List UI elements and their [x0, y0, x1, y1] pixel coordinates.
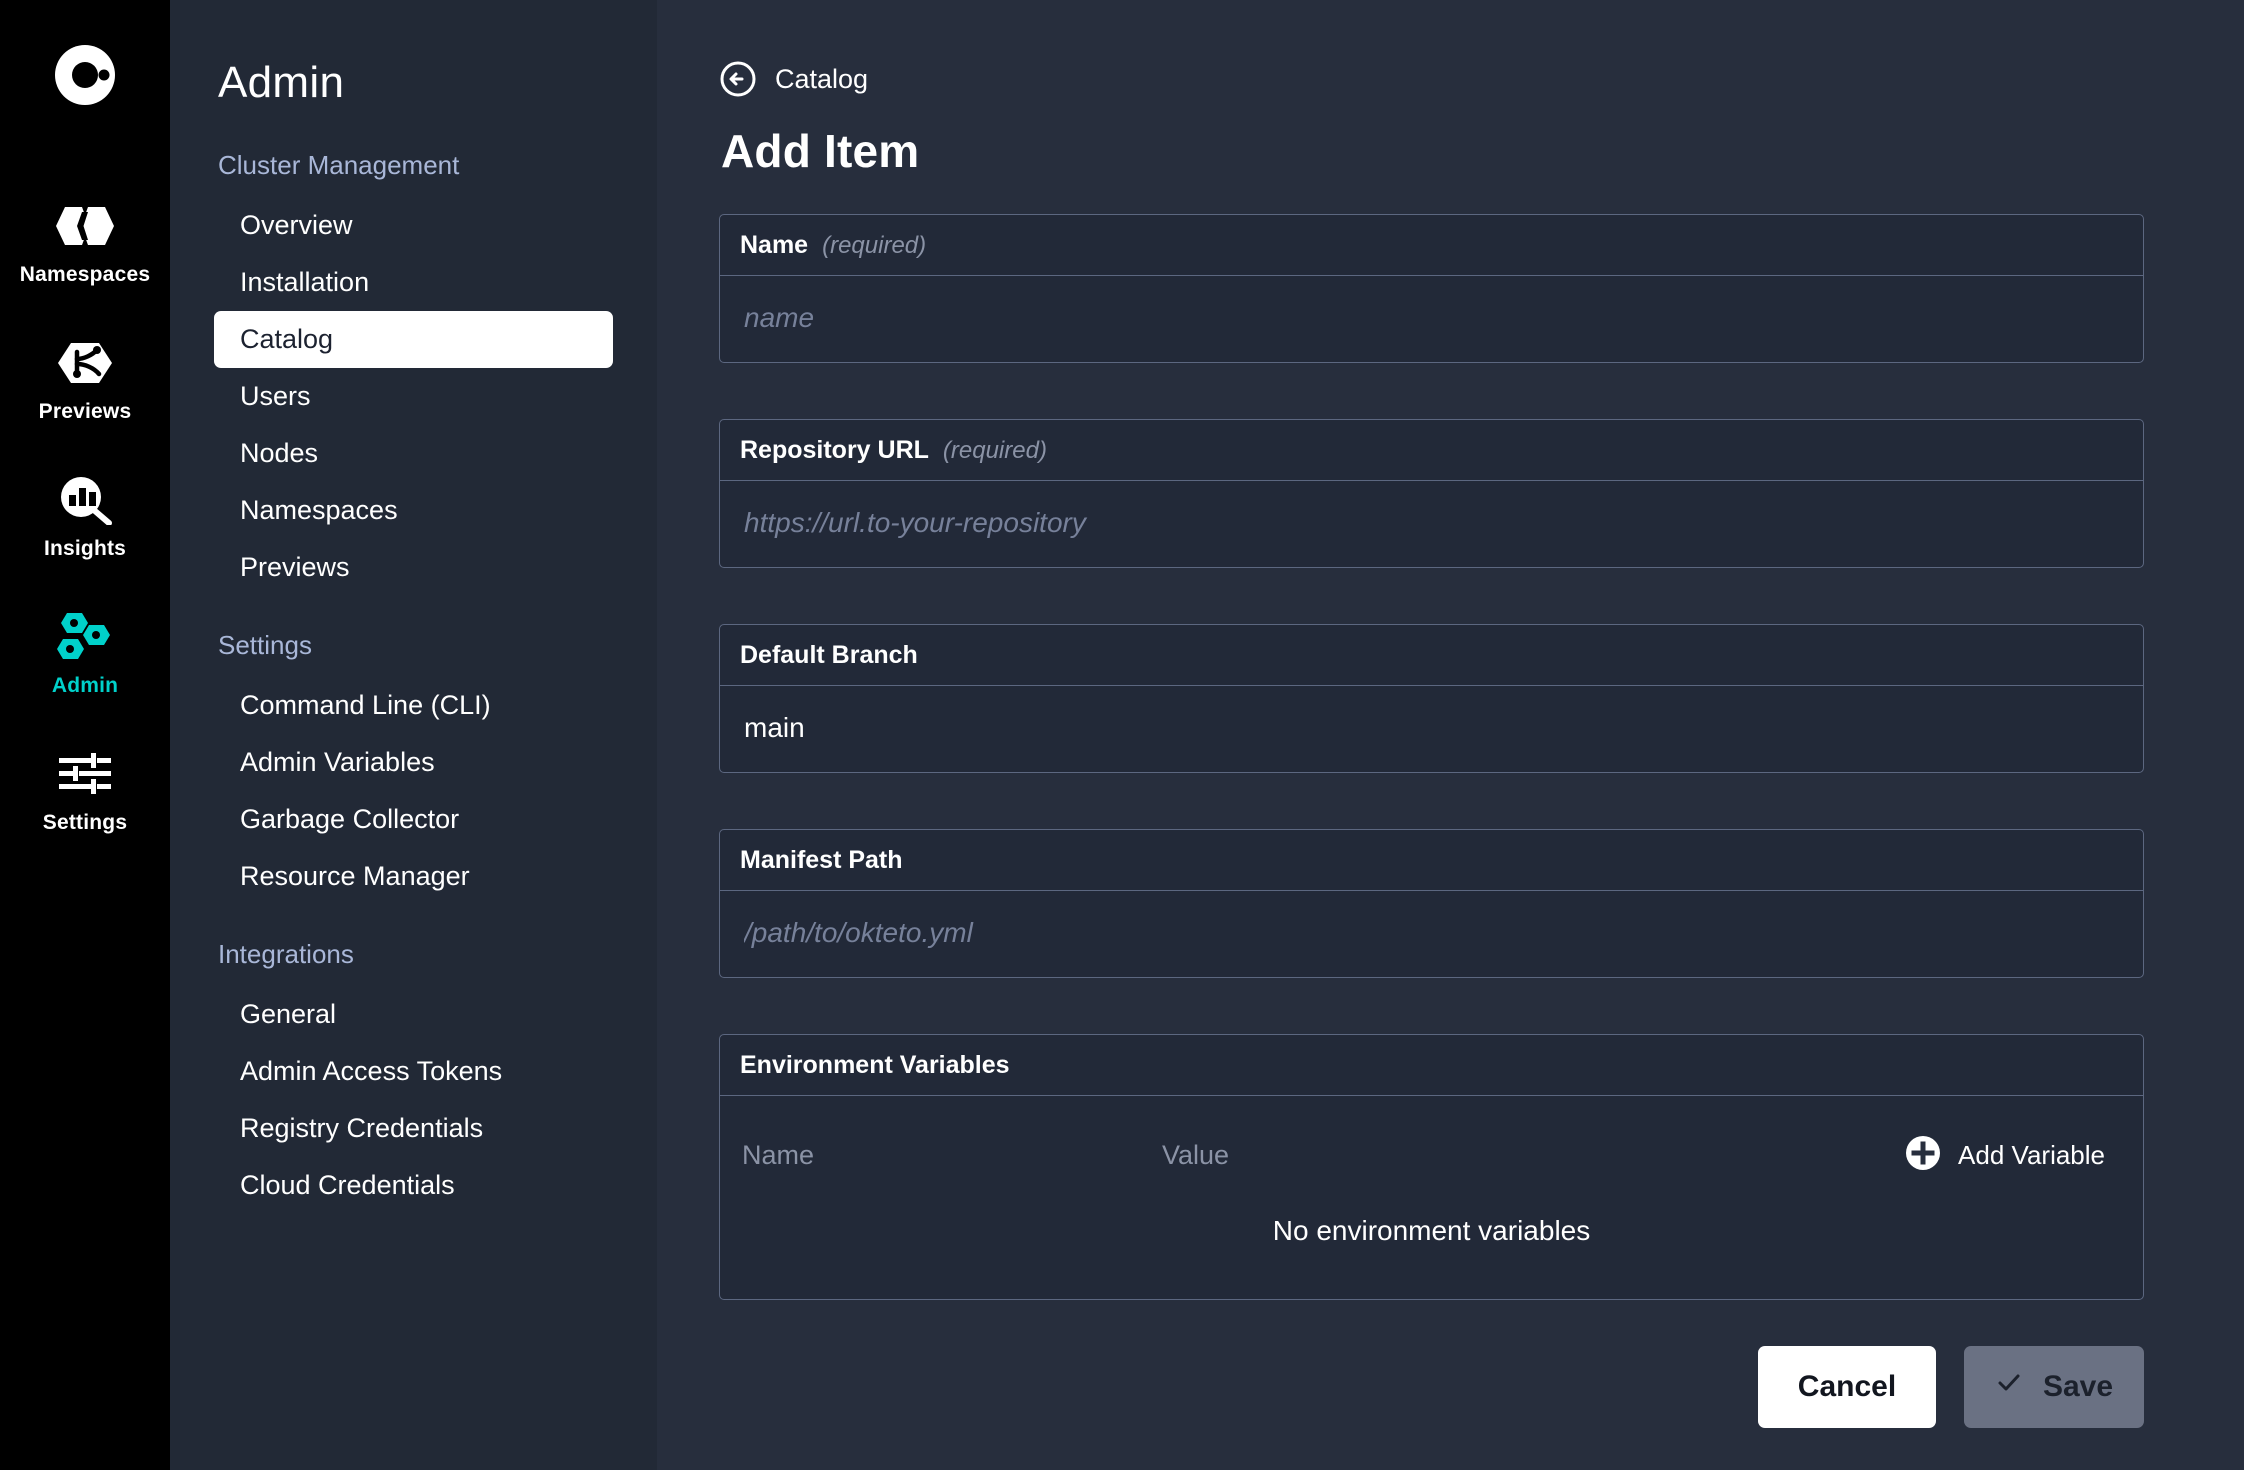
field-default-branch-header: Default Branch — [720, 625, 2143, 686]
field-name-header: Name (required) — [720, 215, 2143, 276]
rail-label: Previews — [38, 400, 132, 423]
field-default-branch-label: Default Branch — [740, 641, 918, 669]
default-branch-input[interactable] — [740, 712, 2123, 744]
field-repository-url-body — [720, 481, 2143, 567]
field-manifest-path: Manifest Path — [719, 829, 2144, 978]
environment-variables-label: Environment Variables — [740, 1051, 1010, 1079]
field-name-label: Name — [740, 231, 809, 259]
field-repository-url: Repository URL (required) — [719, 419, 2144, 568]
sidebar-item-admin-variables[interactable]: Admin Variables — [214, 734, 613, 791]
sidebar-item-catalog[interactable]: Catalog — [214, 311, 613, 368]
sidebar-group-label: Cluster Management — [218, 150, 460, 180]
check-icon — [1995, 1369, 2023, 1405]
rail-item-admin[interactable]: Admin — [0, 609, 170, 698]
rail-label: Settings — [42, 811, 128, 834]
column-header-value: Value — [1162, 1140, 1230, 1170]
sidebar-group-settings: Settings Command Line (CLI) Admin Variab… — [214, 630, 613, 905]
save-button[interactable]: Save — [1964, 1346, 2144, 1428]
field-manifest-path-header: Manifest Path — [720, 830, 2143, 891]
field-default-branch: Default Branch — [719, 624, 2144, 773]
breadcrumb[interactable]: Catalog — [719, 60, 2144, 98]
sidebar-item-installation[interactable]: Installation — [214, 254, 613, 311]
admin-icon — [55, 609, 115, 665]
sidebar-item-general[interactable]: General — [214, 986, 613, 1043]
column-header-name: Name — [742, 1140, 815, 1170]
sidebar-item-nodes[interactable]: Nodes — [214, 425, 613, 482]
sidebar-item-overview[interactable]: Overview — [214, 197, 613, 254]
field-name: Name (required) — [719, 214, 2144, 363]
field-manifest-path-body — [720, 891, 2143, 977]
insights-icon — [54, 472, 116, 528]
sidebar-group-label: Settings — [218, 630, 312, 660]
rail-item-namespaces[interactable]: Namespaces — [0, 198, 170, 287]
sidebar-item-previews[interactable]: Previews — [214, 539, 613, 596]
admin-sidebar: Admin Cluster Management Overview Instal… — [170, 0, 657, 1470]
sidebar-item-garbage-collector[interactable]: Garbage Collector — [214, 791, 613, 848]
app-root: Namespaces Previews Insights Admin Setti… — [0, 0, 2244, 1470]
environment-variables-header: Environment Variables — [720, 1035, 2143, 1096]
field-manifest-path-label: Manifest Path — [740, 846, 903, 874]
sidebar-group-cluster-management: Cluster Management Overview Installation… — [214, 150, 613, 596]
sidebar-item-namespaces[interactable]: Namespaces — [214, 482, 613, 539]
sidebar-item-registry-credentials[interactable]: Registry Credentials — [214, 1100, 613, 1157]
plus-circle-icon — [1904, 1134, 1942, 1177]
field-repository-url-required: (required) — [942, 437, 1047, 464]
save-button-label: Save — [2042, 1370, 2114, 1403]
sidebar-item-command-line-cli[interactable]: Command Line (CLI) — [214, 677, 613, 734]
environment-variables-body: Name Value Add Variable No environment v… — [720, 1096, 2143, 1299]
manifest-path-input[interactable] — [740, 917, 2123, 949]
add-variable-button[interactable]: Add Variable — [1904, 1134, 2105, 1177]
field-name-body — [720, 276, 2143, 362]
sidebar-item-admin-access-tokens[interactable]: Admin Access Tokens — [214, 1043, 613, 1100]
page-title: Add Item — [721, 125, 920, 177]
breadcrumb-label: Catalog — [775, 63, 869, 94]
add-variable-label: Add Variable — [1958, 1140, 2105, 1170]
sidebar-group-label: Integrations — [218, 939, 354, 969]
namespaces-icon — [52, 198, 118, 254]
primary-nav-rail: Namespaces Previews Insights Admin Setti… — [0, 0, 170, 1470]
field-environment-variables: Environment Variables Name Value Add Var… — [719, 1034, 2144, 1300]
rail-item-settings[interactable]: Settings — [0, 746, 170, 835]
field-repository-url-label: Repository URL — [740, 436, 929, 464]
sidebar-title: Admin — [218, 58, 345, 107]
cancel-button[interactable]: Cancel — [1758, 1346, 1936, 1428]
back-arrow-circle-icon[interactable] — [719, 60, 757, 98]
rail-label: Admin — [51, 674, 119, 697]
rail-label: Namespaces — [19, 263, 151, 286]
field-name-required: (required) — [822, 232, 927, 259]
form-actions: Cancel Save — [1758, 1346, 2144, 1428]
main-content: Catalog Add Item Name (required) Reposit… — [657, 0, 2244, 1470]
rail-item-insights[interactable]: Insights — [0, 472, 170, 561]
name-input[interactable] — [740, 302, 2123, 334]
field-repository-url-header: Repository URL (required) — [720, 420, 2143, 481]
sidebar-item-cloud-credentials[interactable]: Cloud Credentials — [214, 1157, 613, 1214]
environment-variables-column-headers: Name Value Add Variable — [720, 1096, 2143, 1191]
okteto-logo-icon[interactable] — [48, 38, 122, 112]
settings-sliders-icon — [57, 746, 113, 802]
sidebar-item-users[interactable]: Users — [214, 368, 613, 425]
repository-url-input[interactable] — [740, 507, 2123, 539]
previews-icon — [54, 335, 116, 391]
sidebar-group-integrations: Integrations General Admin Access Tokens… — [214, 939, 613, 1214]
rail-label: Insights — [43, 537, 127, 560]
sidebar-item-resource-manager[interactable]: Resource Manager — [214, 848, 613, 905]
environment-variables-empty-message: No environment variables — [1272, 1215, 1591, 1246]
rail-item-previews[interactable]: Previews — [0, 335, 170, 424]
field-default-branch-body — [720, 686, 2143, 772]
